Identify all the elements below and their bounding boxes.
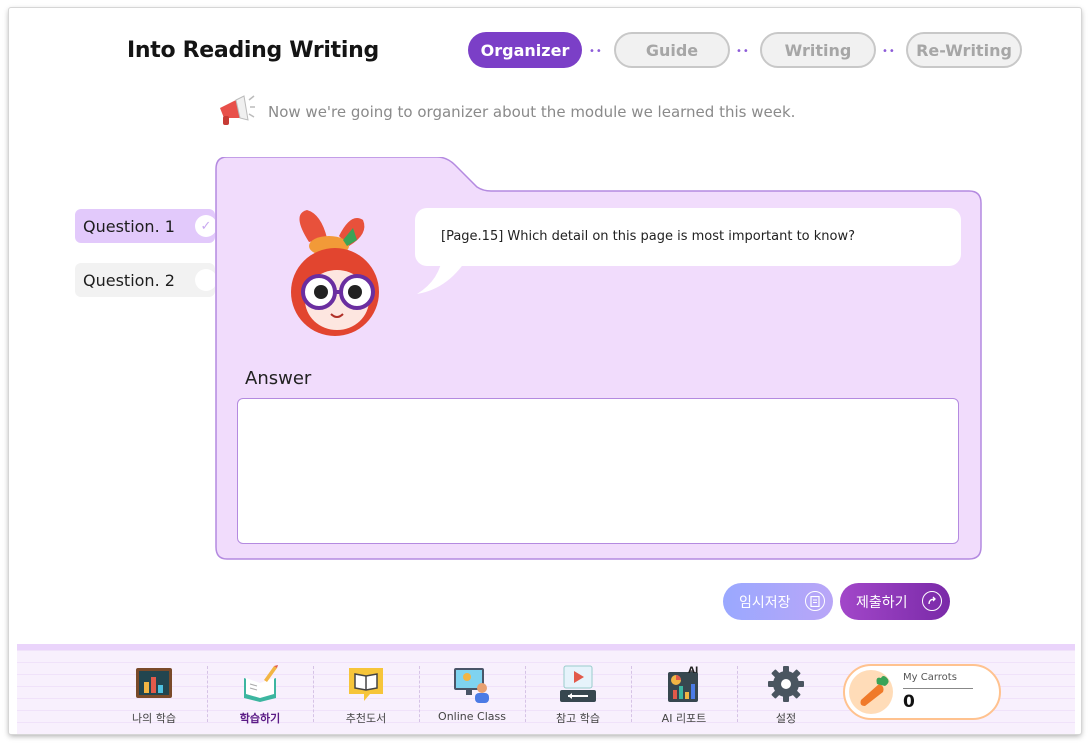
answer-textarea[interactable]: [237, 398, 959, 544]
question-prompt: [Page.15] Which detail on this page is m…: [415, 208, 961, 266]
nav-label: Online Class: [438, 710, 506, 723]
temp-save-label: 임시저장: [739, 594, 791, 611]
svg-text:AI: AI: [688, 666, 698, 676]
carrots-divider: [903, 688, 973, 689]
nav-recommended-books[interactable]: 추천도서: [313, 660, 419, 730]
submit-label: 제출하기: [856, 594, 908, 611]
step-organizer[interactable]: Organizer: [468, 32, 582, 68]
question-tab-1[interactable]: Question. 1 ✓: [75, 209, 217, 243]
carrots-count: 0: [903, 692, 915, 712]
step-writing[interactable]: Writing: [760, 32, 876, 68]
nav-reference-learning[interactable]: 참고 학습: [525, 660, 631, 730]
nav-label: AI 리포트: [661, 712, 707, 725]
step-rewriting[interactable]: Re-Writing: [906, 32, 1022, 68]
answer-label: Answer: [245, 368, 312, 389]
question-tab-label: Question. 1: [83, 216, 175, 236]
intro-banner: Now we're going to organizer about the m…: [212, 94, 795, 130]
nav-label: 추천도서: [345, 712, 387, 725]
app-window: Into Reading Writing Organizer •• Guide …: [9, 8, 1081, 734]
nav-label: 학습하기: [239, 712, 281, 725]
nav-ai-report[interactable]: AI AI 리포트: [631, 660, 737, 730]
chalkboard-icon: [134, 664, 174, 704]
step-connector: ••: [736, 46, 750, 57]
nav-my-learning[interactable]: 나의 학습: [101, 660, 207, 730]
intro-text: Now we're going to organizer about the m…: [268, 103, 796, 121]
question-tab-label: Question. 2: [83, 270, 175, 290]
check-icon: [195, 269, 217, 291]
video-lesson-icon: [558, 664, 598, 704]
question-text: [Page.15] Which detail on this page is m…: [441, 229, 856, 244]
book-bubble-icon: [346, 664, 386, 704]
carrot-icon: [849, 670, 893, 714]
online-class-icon: [452, 664, 492, 704]
megaphone-icon: [212, 92, 256, 132]
nav-label: 참고 학습: [556, 712, 600, 725]
nav-study[interactable]: 학습하기: [207, 660, 313, 730]
nav-label: 나의 학습: [132, 712, 176, 725]
mascot-avatar: [277, 206, 393, 342]
question-tab-2[interactable]: Question. 2: [75, 263, 217, 297]
bottom-nav: 나의 학습 학습하기 추천도서 Online Class 참고 학습 AI AI…: [17, 644, 1075, 734]
submit-button[interactable]: 제출하기: [840, 583, 950, 620]
check-icon: ✓: [195, 215, 217, 237]
step-connector: ••: [882, 46, 896, 57]
document-icon: [805, 591, 825, 611]
ai-report-icon: AI: [664, 664, 704, 704]
nav-online-class[interactable]: Online Class: [419, 660, 525, 730]
step-guide[interactable]: Guide: [614, 32, 730, 68]
writing-book-icon: [240, 664, 280, 704]
page-title: Into Reading Writing: [127, 38, 379, 63]
nav-settings[interactable]: 설정: [733, 660, 839, 730]
my-carrots-widget[interactable]: My Carrots 0: [843, 664, 1001, 720]
share-arrow-icon: [922, 591, 942, 611]
temp-save-button[interactable]: 임시저장: [723, 583, 833, 620]
gear-icon: [766, 664, 806, 704]
carrots-title: My Carrots: [903, 672, 957, 683]
step-connector: ••: [589, 46, 603, 57]
nav-label: 설정: [775, 712, 797, 725]
